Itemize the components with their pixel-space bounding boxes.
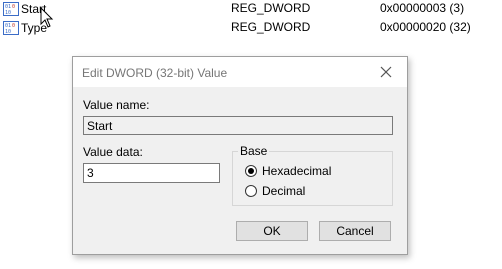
registry-value-type: REG_DWORD [231, 20, 311, 34]
hexadecimal-label[interactable]: Hexadecimal [262, 164, 331, 178]
close-icon[interactable] [379, 65, 393, 79]
registry-value-row[interactable]: 01 10 0 Type REG_DWORD 0x00000020 (32) [0, 19, 502, 37]
svg-text:0: 0 [12, 23, 15, 29]
decimal-label[interactable]: Decimal [262, 184, 305, 198]
ok-button[interactable]: OK [236, 221, 308, 241]
registry-value-row[interactable]: 01 10 0 Start REG_DWORD 0x00000003 (3) [0, 0, 502, 18]
decimal-radio[interactable] [245, 185, 257, 197]
value-name-field: Start [83, 116, 393, 135]
svg-text:10: 10 [5, 10, 11, 16]
dialog-title: Edit DWORD (32-bit) Value [82, 66, 228, 80]
base-label: Base [238, 144, 270, 158]
hexadecimal-radio[interactable] [245, 165, 257, 177]
binary-value-icon: 01 10 0 [3, 21, 19, 35]
binary-value-icon: 01 10 0 [3, 2, 19, 16]
registry-value-type: REG_DWORD [231, 1, 311, 15]
registry-value-data: 0x00000003 (3) [380, 1, 465, 15]
mouse-pointer-icon [40, 7, 54, 28]
edit-dword-dialog: Edit DWORD (32-bit) Value Value name: St… [72, 56, 408, 255]
svg-text:0: 0 [12, 4, 15, 10]
base-groupbox: Base Hexadecimal Decimal [232, 144, 393, 206]
value-name-label: Value name: [83, 98, 150, 112]
svg-text:10: 10 [5, 29, 11, 35]
value-data-input[interactable]: 3 [83, 163, 220, 183]
cancel-button[interactable]: Cancel [319, 221, 391, 241]
dialog-titlebar[interactable]: Edit DWORD (32-bit) Value [73, 57, 407, 87]
registry-value-data: 0x00000020 (32) [380, 20, 471, 34]
value-data-label: Value data: [83, 145, 143, 159]
